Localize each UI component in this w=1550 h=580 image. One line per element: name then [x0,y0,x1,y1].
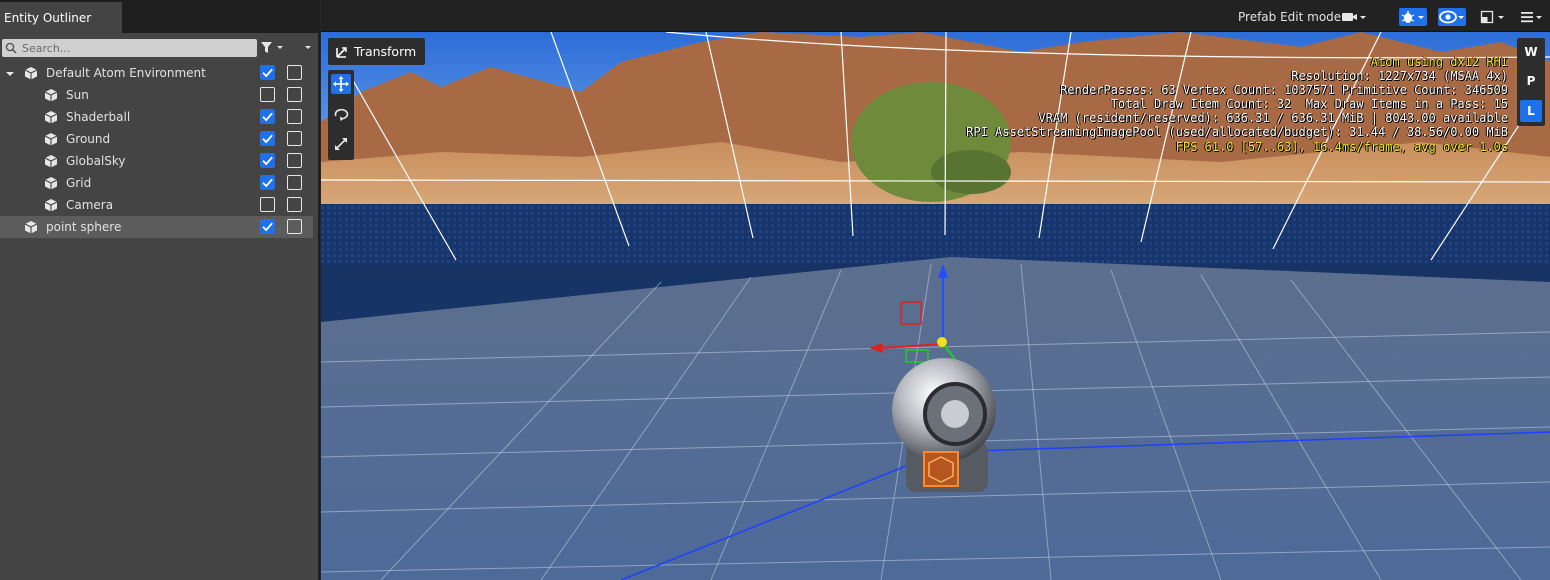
render-stats-overlay: Atom using dx12 RHI Resolution: 1227x734 … [966,55,1508,154]
viewport-menu-button[interactable] [1519,8,1545,26]
entity-row[interactable]: Default Atom Environment [0,62,313,84]
move-tool-button[interactable] [331,74,351,94]
entity-name: Ground [66,132,111,146]
entity-row[interactable]: GlobalSky [0,150,313,172]
camera-settings-button[interactable] [1340,8,1368,26]
chevron-down-icon [305,46,311,49]
stats-line: Total Draw Item Count: 32 Max Draw Items… [1110,97,1508,112]
coordinate-space-toolbar: W P L [1517,38,1545,126]
viewport[interactable]: Prefab Edit mode Transform W P L Atom us… [320,0,1550,580]
cube-icon [44,154,58,168]
entity-outliner-panel: Entity Outliner Default Atom Environment… [0,0,318,580]
visibility-checkbox[interactable] [260,197,275,212]
entity-row[interactable]: Shaderball [0,106,313,128]
visibility-checkbox[interactable] [260,109,275,124]
expand-arrow-icon[interactable] [5,68,15,82]
parent-space-button[interactable]: P [1520,70,1542,92]
entity-name: Default Atom Environment [46,66,206,80]
cube-icon [44,88,58,102]
stats-line: RPI AssetStreamingImagePool (used/alloca… [966,125,1508,140]
lock-checkbox[interactable] [287,87,302,102]
lock-checkbox[interactable] [287,153,302,168]
layout-button[interactable] [1479,8,1507,26]
transform-button[interactable]: Transform [328,38,425,65]
entity-name: Sun [66,88,89,102]
entity-name: Camera [66,198,114,212]
stats-line: VRAM (resident/reserved): 636.31 / 636.3… [1038,111,1508,126]
search-input[interactable] [22,40,252,56]
entity-row[interactable]: point sphere [0,216,313,238]
mode-label: Prefab Edit mode [1238,10,1342,24]
entity-row[interactable]: Sun [0,84,313,106]
manipulator-toolbar [328,70,354,160]
cube-icon [44,176,58,190]
visibility-checkbox[interactable] [260,153,275,168]
scale-tool-button[interactable] [331,134,351,154]
visibility-checkbox[interactable] [260,131,275,146]
transform-icon [336,47,347,58]
outliner-title-tab[interactable]: Entity Outliner [0,2,122,33]
cube-icon [24,220,38,234]
lock-checkbox[interactable] [287,109,302,124]
visibility-button[interactable] [1438,8,1466,26]
rotate-tool-button[interactable] [331,104,351,124]
cube-icon [44,198,58,212]
bug-icon [1401,11,1424,23]
entity-name: Shaderball [66,110,131,124]
outliner-tab-bar: Entity Outliner [0,0,318,33]
filter-icon [261,42,283,53]
stats-line: Resolution: 1227x734 (MSAA 4x) [1291,69,1508,84]
shaderball-model [892,358,996,492]
entity-name: GlobalSky [66,154,126,168]
scale-icon [335,138,347,150]
visibility-checkbox[interactable] [260,175,275,190]
move-icon [333,76,349,92]
eye-icon [1439,10,1464,24]
lock-checkbox[interactable] [287,65,302,80]
lock-checkbox[interactable] [287,175,302,190]
entity-row[interactable]: Grid [0,172,313,194]
visibility-checkbox[interactable] [260,65,275,80]
entity-row[interactable]: Camera [0,194,313,216]
visibility-checkbox[interactable] [260,219,275,234]
lock-checkbox[interactable] [287,219,302,234]
layout-icon [1480,10,1504,24]
local-space-button[interactable]: L [1520,100,1542,122]
search-box[interactable] [2,39,257,57]
entity-name: point sphere [46,220,122,234]
lock-checkbox[interactable] [287,197,302,212]
debug-display-button[interactable] [1399,8,1427,26]
cube-icon [44,132,58,146]
cube-icon [44,110,58,124]
viewport-toolbar: Prefab Edit mode [321,0,1550,32]
transform-label: Transform [354,44,417,59]
stats-line: RenderPasses: 63 Vertex Count: 1037571 P… [1060,83,1508,98]
rotate-icon [334,108,349,121]
entity-row[interactable]: Ground [0,128,313,150]
lock-checkbox[interactable] [287,131,302,146]
ocean-pattern [321,204,1550,264]
outliner-options-button[interactable] [301,40,315,56]
stats-line: Atom using dx12 RHI [1370,55,1508,69]
camera-icon [1342,13,1366,21]
world-space-button[interactable]: W [1520,41,1542,63]
hamburger-icon [1521,12,1542,23]
cube-icon [24,66,38,80]
filter-button[interactable] [260,40,286,56]
visibility-checkbox[interactable] [260,87,275,102]
entity-name: Grid [66,176,92,190]
stats-line: FPS 61.0 [57..63], 16.4ms/frame, avg ove… [1175,139,1508,154]
search-icon [5,42,17,54]
